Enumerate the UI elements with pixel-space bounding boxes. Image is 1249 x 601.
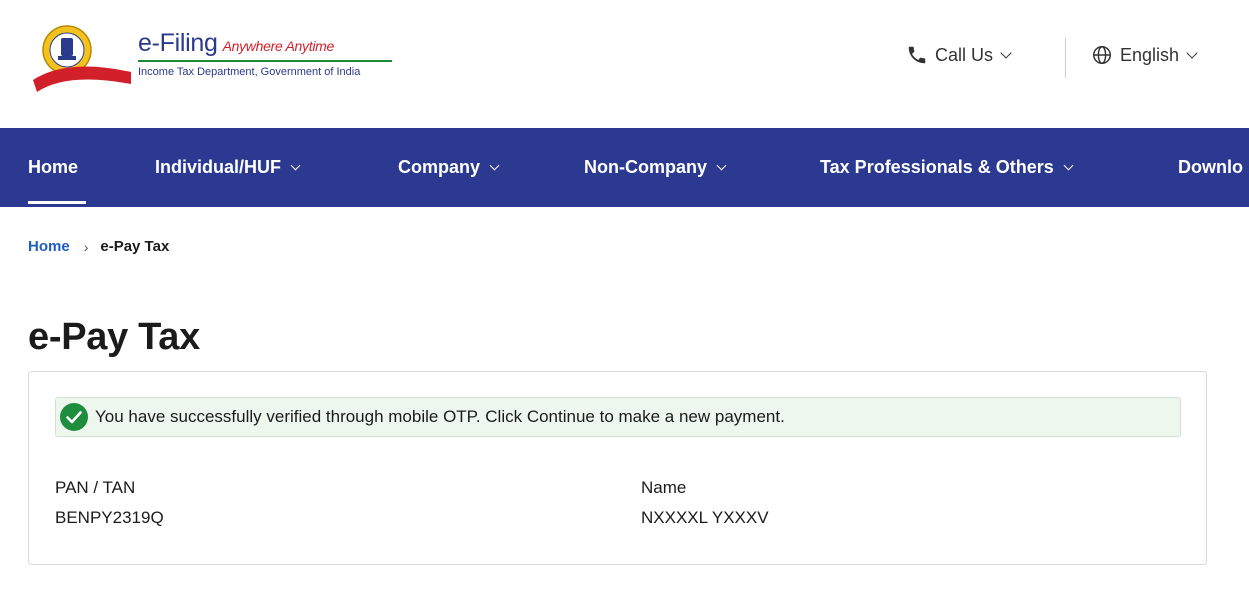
nav-downloads-label: Downlo — [1178, 157, 1243, 177]
chevron-right-icon: › — [83, 238, 89, 255]
nav-home-label: Home — [28, 157, 79, 177]
chevron-down-icon — [489, 160, 500, 171]
brand-subtitle: Income Tax Department, Government of Ind… — [138, 66, 361, 78]
nav-non-company-label: Non-Company — [584, 157, 707, 177]
breadcrumb: Home › e-Pay Tax — [28, 238, 169, 255]
nav-non-company[interactable]: Non-Company — [584, 128, 727, 207]
name-label: Name — [641, 478, 687, 497]
income-tax-emblem-logo[interactable] — [31, 22, 136, 94]
nav-tax-professionals-label: Tax Professionals & Others — [820, 157, 1054, 177]
success-message: You have successfully verified through m… — [95, 407, 785, 426]
call-us-dropdown[interactable]: Call Us — [906, 44, 1012, 66]
nav-company[interactable]: Company — [398, 128, 500, 207]
language-dropdown[interactable]: English — [1091, 44, 1198, 66]
chevron-down-icon — [1000, 46, 1012, 59]
chevron-down-icon — [716, 160, 727, 171]
brand-block[interactable]: e-Filing Anywhere Anytime Income Tax Depa… — [138, 29, 392, 78]
call-us-label: Call Us — [935, 44, 994, 65]
check-circle-icon — [60, 403, 88, 431]
language-label: English — [1120, 44, 1180, 65]
breadcrumb-home-link[interactable]: Home — [28, 238, 70, 255]
chevron-down-icon — [1063, 160, 1074, 171]
name-value: NXXXXL YXXXV — [641, 508, 769, 527]
phone-icon — [906, 44, 928, 66]
brand-title: e-Filing — [138, 29, 218, 57]
nav-downloads[interactable]: Downlo — [1178, 128, 1243, 207]
nav-home[interactable]: Home — [28, 128, 78, 207]
breadcrumb-current: e-Pay Tax — [100, 238, 170, 255]
pan-label: PAN / TAN — [55, 478, 136, 497]
globe-icon — [1091, 44, 1113, 66]
page-title: e-Pay Tax — [28, 316, 200, 358]
success-alert: You have successfully verified through m… — [55, 397, 1181, 437]
chevron-down-icon — [1186, 46, 1198, 59]
nav-individual-huf[interactable]: Individual/HUF — [155, 128, 301, 207]
brand-divider — [138, 60, 392, 62]
brand-tagline: Anywhere Anytime — [222, 38, 335, 54]
nav-tax-professionals[interactable]: Tax Professionals & Others — [820, 128, 1074, 207]
chevron-down-icon — [290, 160, 301, 171]
pan-value: BENPY2319Q — [55, 508, 164, 527]
nav-company-label: Company — [398, 157, 481, 177]
site-header: e-Filing Anywhere Anytime Income Tax Depa… — [0, 0, 1249, 128]
main-navigation: Home Individual/HUF Company Non-Company … — [0, 128, 1249, 207]
nav-individual-huf-label: Individual/HUF — [155, 157, 281, 177]
header-divider — [1065, 38, 1066, 78]
name-field: Name NXXXXL YXXXV — [641, 478, 769, 528]
payment-card: You have successfully verified through m… — [28, 371, 1207, 565]
pan-field: PAN / TAN BENPY2319Q — [55, 478, 164, 528]
nav-active-indicator — [28, 201, 86, 204]
